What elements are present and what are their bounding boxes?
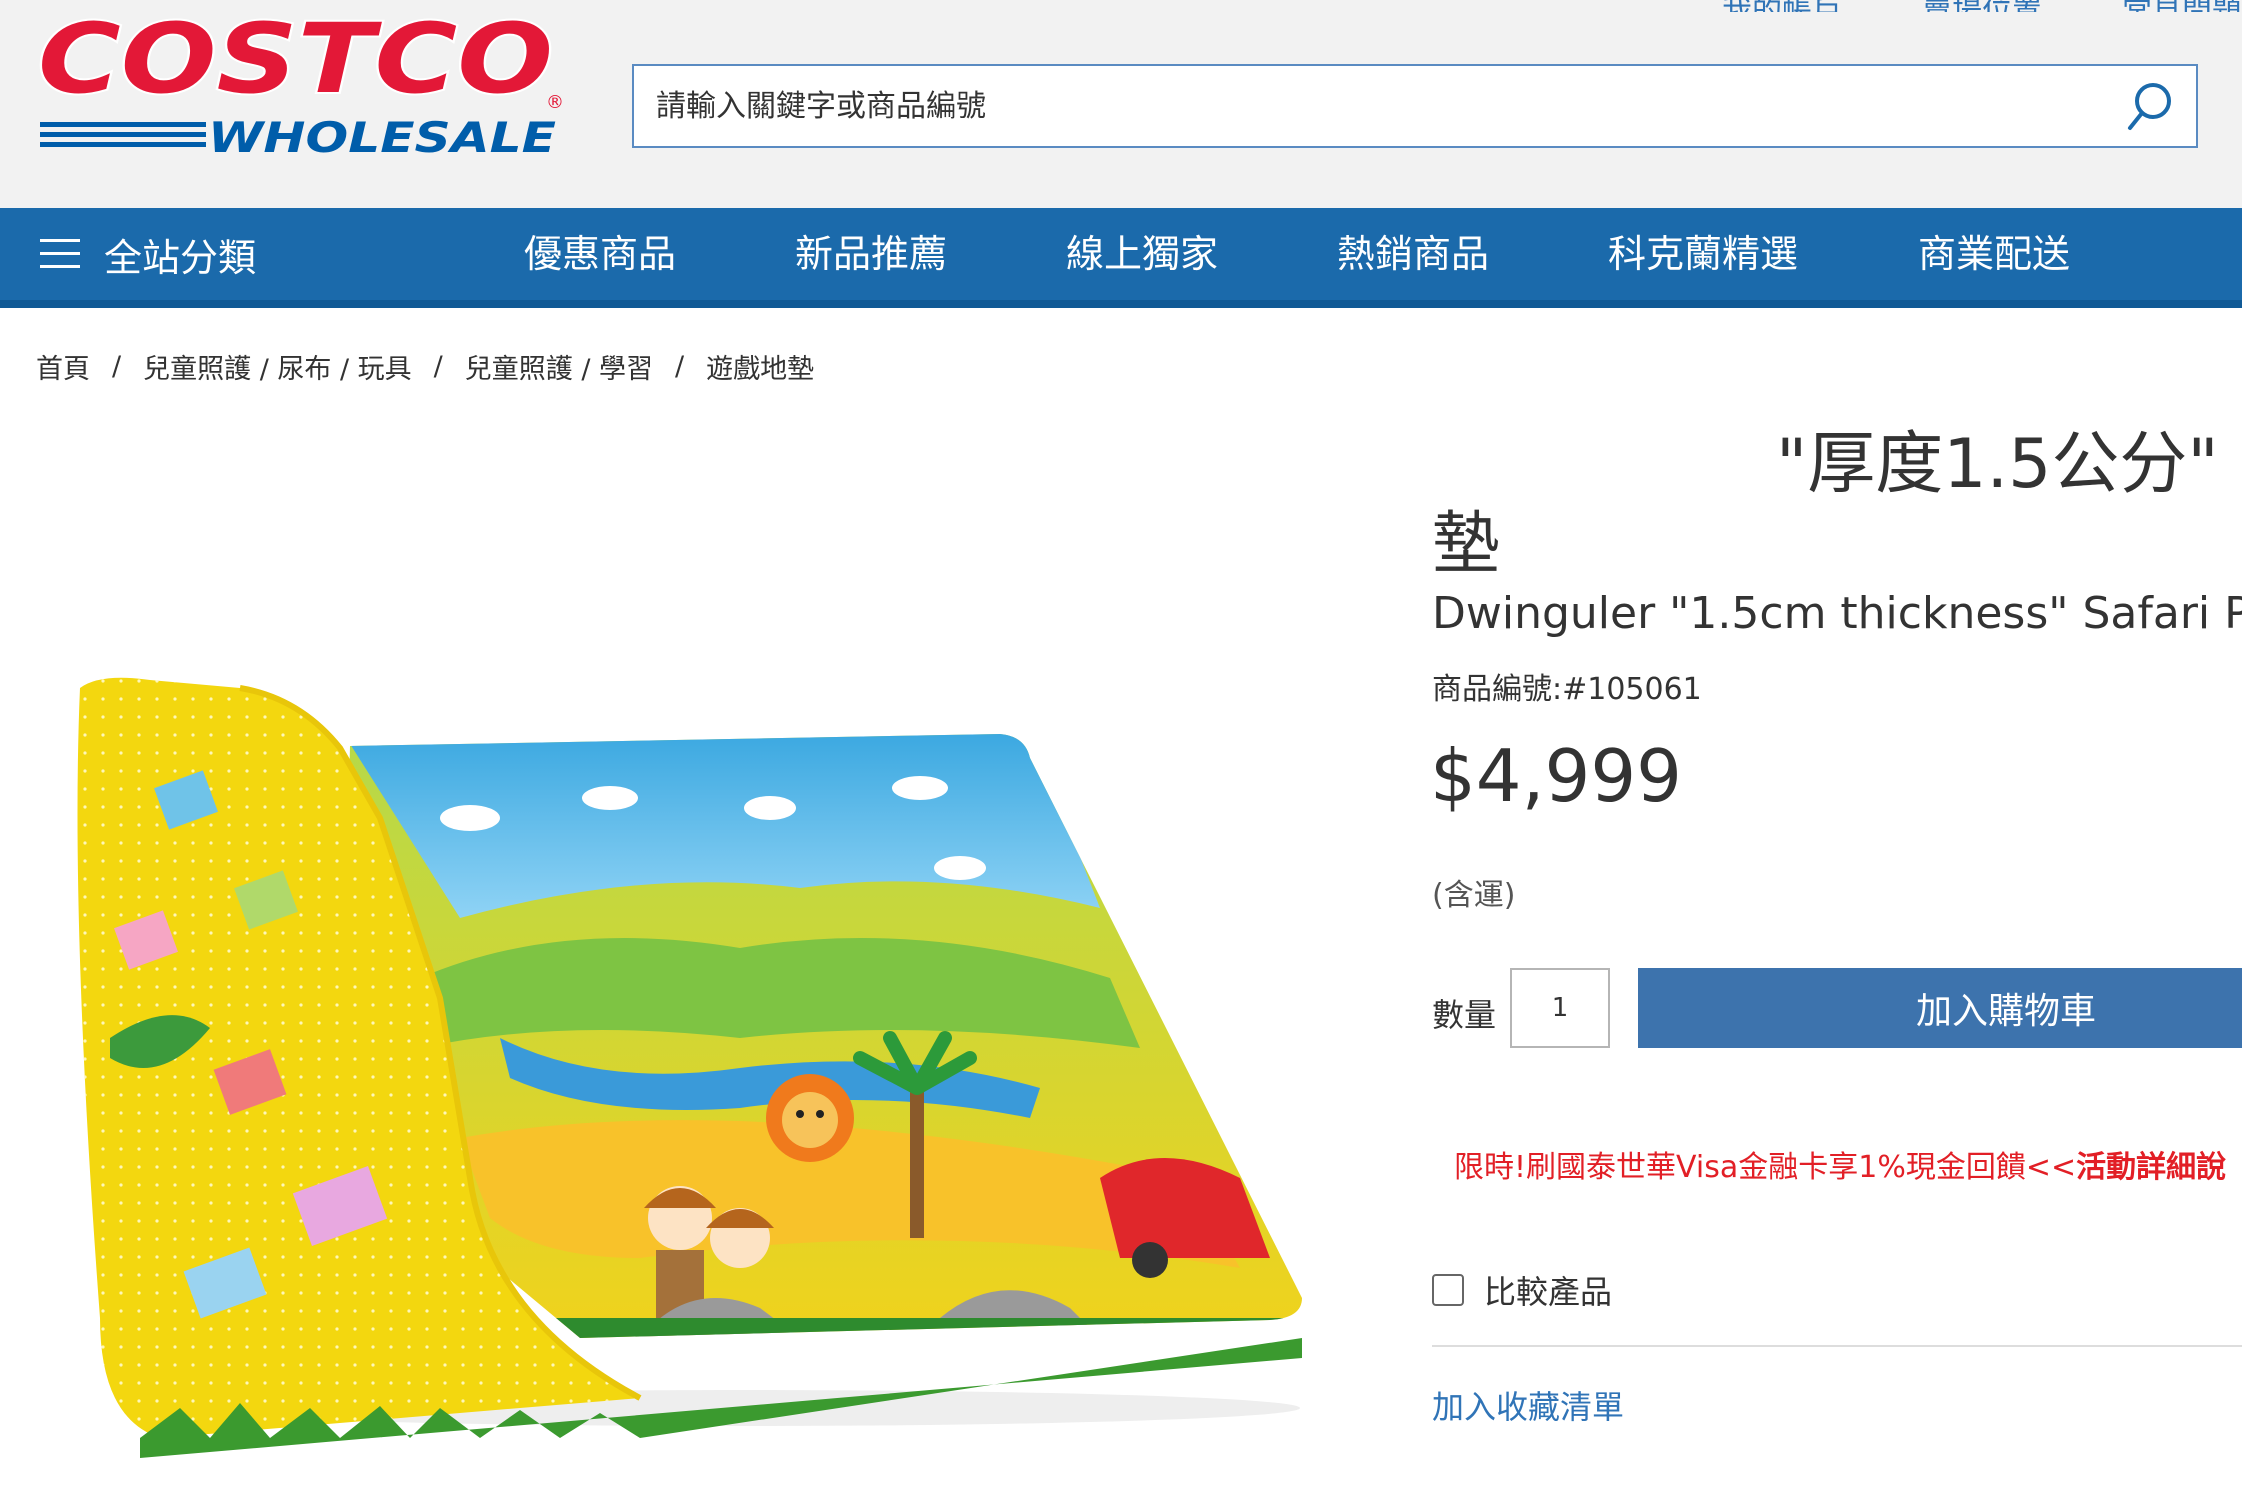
all-categories-menu[interactable]: 全站分類 xyxy=(40,208,256,300)
top-links: 我的帳戶 賣場位置 常見問題 xyxy=(1722,0,2242,12)
breadcrumb-home[interactable]: 首頁 xyxy=(36,347,90,386)
product-image[interactable] xyxy=(40,618,1302,1498)
breadcrumb-childcare-diapers-toys[interactable]: 兒童照護 / 尿布 / 玩具 xyxy=(143,347,412,386)
svg-text:®: ® xyxy=(546,92,564,113)
main-nav: 全站分類 優惠商品 新品推薦 線上獨家 熱銷商品 科克蘭精選 商業配送 xyxy=(0,208,2242,308)
divider xyxy=(1432,1345,2242,1347)
top-link-faq[interactable]: 常見問題 xyxy=(2122,0,2242,12)
compare-label[interactable]: 比較產品 xyxy=(1484,1267,1612,1313)
search-bar xyxy=(632,64,2198,148)
top-link-stores[interactable]: 賣場位置 xyxy=(1922,0,2042,12)
quantity-input[interactable] xyxy=(1510,968,1610,1048)
nav-item-best-sellers[interactable]: 熱銷商品 xyxy=(1337,208,1489,300)
quantity-label: 數量 xyxy=(1432,996,1497,1034)
search-button[interactable] xyxy=(2118,74,2182,138)
promo-text: 限時!刷國泰世華Visa金融卡享1%現金回饋<< xyxy=(1454,1150,2077,1185)
nav-item-new-arrivals[interactable]: 新品推薦 xyxy=(795,208,947,300)
promo-details-link[interactable]: 活動詳細說 xyxy=(2076,1150,2226,1185)
product-item-number: 商品編號:#105061 xyxy=(1432,672,1702,707)
product-title-english: Dwinguler "1.5cm thickness" Safari Pl xyxy=(1432,588,2242,639)
promo-banner[interactable]: 限時!刷國泰世華Visa金融卡享1%現金回饋<<活動詳細說 xyxy=(1454,1142,2226,1186)
product-title-line1: "厚度1.5公分" xyxy=(1776,425,2219,504)
breadcrumb-separator: / xyxy=(433,350,443,382)
add-to-cart-button[interactable]: 加入購物車 xyxy=(1638,968,2242,1048)
compare-product: 比較產品 xyxy=(1432,1267,1612,1313)
hamburger-menu-icon xyxy=(40,239,80,268)
costco-logo[interactable]: COSTCO ® WHOLESALE xyxy=(32,10,572,162)
product-title-line2: 墊 xyxy=(1432,505,1501,584)
compare-checkbox[interactable] xyxy=(1432,1274,1464,1306)
add-to-wishlist-link[interactable]: 加入收藏清單 xyxy=(1432,1382,1624,1428)
nav-item-kirkland[interactable]: 科克蘭精選 xyxy=(1608,208,1798,300)
nav-item-deals[interactable]: 優惠商品 xyxy=(524,208,676,300)
nav-item-business-delivery[interactable]: 商業配送 xyxy=(1918,208,2070,300)
all-categories-label: 全站分類 xyxy=(104,235,257,280)
top-link-account[interactable]: 我的帳戶 xyxy=(1722,0,1842,12)
breadcrumb-childcare-learning[interactable]: 兒童照護 / 學習 xyxy=(465,347,653,386)
breadcrumb-separator: / xyxy=(675,350,685,382)
search-icon xyxy=(2128,83,2171,130)
breadcrumb-play-mats[interactable]: 遊戲地墊 xyxy=(706,347,814,386)
breadcrumb-separator: / xyxy=(112,350,122,382)
product-price: $4,999 xyxy=(1430,734,1682,818)
svg-text:WHOLESALE: WHOLESALE xyxy=(208,113,556,162)
svg-text:COSTCO: COSTCO xyxy=(38,10,553,115)
nav-item-online-exclusive[interactable]: 線上獨家 xyxy=(1066,208,1218,300)
shipping-note: (含運) xyxy=(1432,878,1516,913)
site-header: 我的帳戶 賣場位置 常見問題 COSTCO ® WHOLESALE xyxy=(0,0,2242,208)
search-input[interactable] xyxy=(656,66,2056,146)
breadcrumb: 首頁 / 兒童照護 / 尿布 / 玩具 / 兒童照護 / 學習 / 遊戲地墊 xyxy=(36,347,814,386)
